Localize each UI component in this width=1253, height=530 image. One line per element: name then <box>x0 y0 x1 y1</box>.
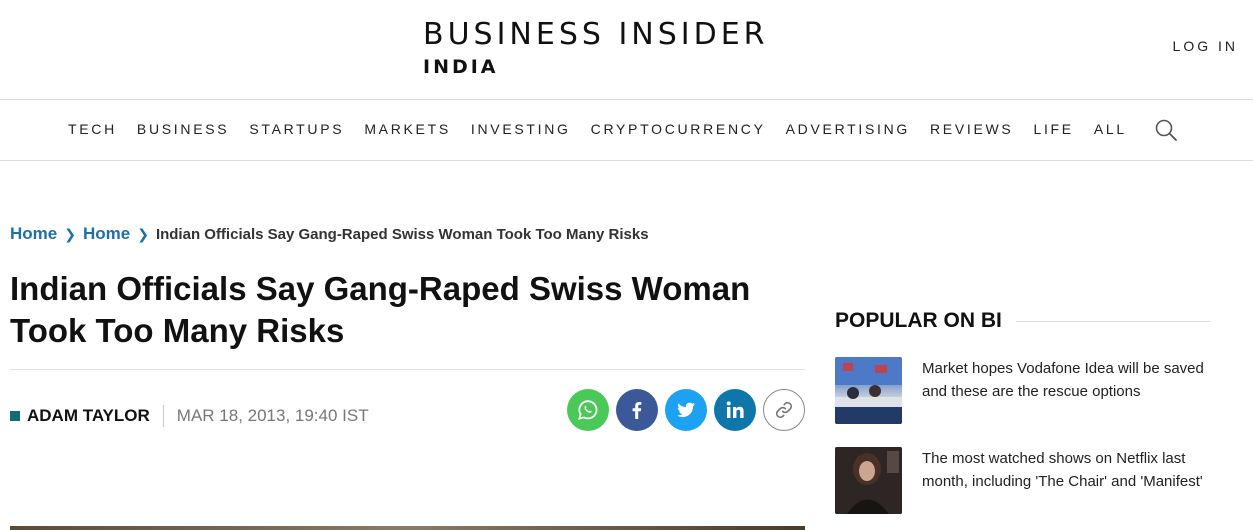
story-title[interactable]: The most watched shows on Netflix last m… <box>922 447 1210 514</box>
author-marker <box>10 411 20 421</box>
facebook-share-button[interactable] <box>616 389 658 431</box>
masthead: BUSINESS INSIDER INDIA LOG IN <box>0 0 1253 100</box>
story-title[interactable]: Market hopes Vodafone Idea will be saved… <box>922 357 1210 424</box>
breadcrumb: Home ❯ Home ❯ Indian Officials Say Gang-… <box>10 224 649 244</box>
search-icon[interactable] <box>1154 118 1178 142</box>
popular-story[interactable]: Market hopes Vodafone Idea will be saved… <box>835 357 1210 424</box>
nav-item-markets[interactable]: MARKETS <box>364 121 451 137</box>
nav-item-business[interactable]: BUSINESS <box>137 121 229 137</box>
nav-item-advertising[interactable]: ADVERTISING <box>786 121 910 137</box>
article-hero-image <box>10 526 805 530</box>
logo-edition: INDIA <box>423 56 499 78</box>
nav-item-life[interactable]: LIFE <box>1033 121 1073 137</box>
popular-title: POPULAR ON BI <box>835 309 1002 332</box>
headline-divider <box>10 369 805 370</box>
logo-brand: BUSINESS INSIDER <box>423 17 769 52</box>
byline-divider <box>162 405 164 427</box>
link-icon <box>775 401 793 419</box>
twitter-icon <box>677 402 695 418</box>
nav-item-all[interactable]: ALL <box>1094 121 1127 137</box>
popular-divider <box>1015 320 1210 322</box>
facebook-icon <box>632 402 642 419</box>
story-thumbnail[interactable] <box>835 447 902 514</box>
breadcrumb-current: Indian Officials Say Gang-Raped Swiss Wo… <box>155 225 649 243</box>
publish-date: MAR 18, 2013, 19:40 IST <box>176 406 369 425</box>
whatsapp-share-button[interactable] <box>567 389 609 431</box>
copy-link-button[interactable] <box>763 389 805 431</box>
linkedin-share-button[interactable] <box>714 389 756 431</box>
nav-item-cryptocurrency[interactable]: CRYPTOCURRENCY <box>591 121 766 137</box>
twitter-share-button[interactable] <box>665 389 707 431</box>
main-nav: TECH BUSINESS STARTUPS MARKETS INVESTING… <box>0 100 1253 161</box>
popular-section-header: POPULAR ON BI <box>835 309 1210 333</box>
chevron-right-icon: ❯ <box>64 225 76 242</box>
nav-item-tech[interactable]: TECH <box>68 121 117 137</box>
whatsapp-icon <box>578 400 598 420</box>
nav-item-startups[interactable]: STARTUPS <box>249 121 344 137</box>
breadcrumb-home-1[interactable]: Home <box>10 224 57 244</box>
nav-item-reviews[interactable]: REVIEWS <box>930 121 1013 137</box>
linkedin-icon <box>726 401 744 418</box>
story-thumbnail[interactable] <box>835 357 902 424</box>
popular-story[interactable]: The most watched shows on Netflix last m… <box>835 447 1210 514</box>
login-link[interactable]: LOG IN <box>1173 38 1238 54</box>
author-name[interactable]: ADAM TAYLOR <box>27 406 150 426</box>
breadcrumb-home-2[interactable]: Home <box>83 224 130 244</box>
nav-item-investing[interactable]: INVESTING <box>471 121 571 137</box>
site-logo[interactable]: BUSINESS INSIDER INDIA <box>423 18 769 82</box>
article-headline: Indian Officials Say Gang-Raped Swiss Wo… <box>10 270 751 349</box>
byline: ADAM TAYLOR MAR 18, 2013, 19:40 IST <box>10 404 369 428</box>
share-bar <box>567 389 805 431</box>
chevron-right-icon: ❯ <box>137 225 149 242</box>
nav-list: TECH BUSINESS STARTUPS MARKETS INVESTING… <box>68 121 1127 137</box>
